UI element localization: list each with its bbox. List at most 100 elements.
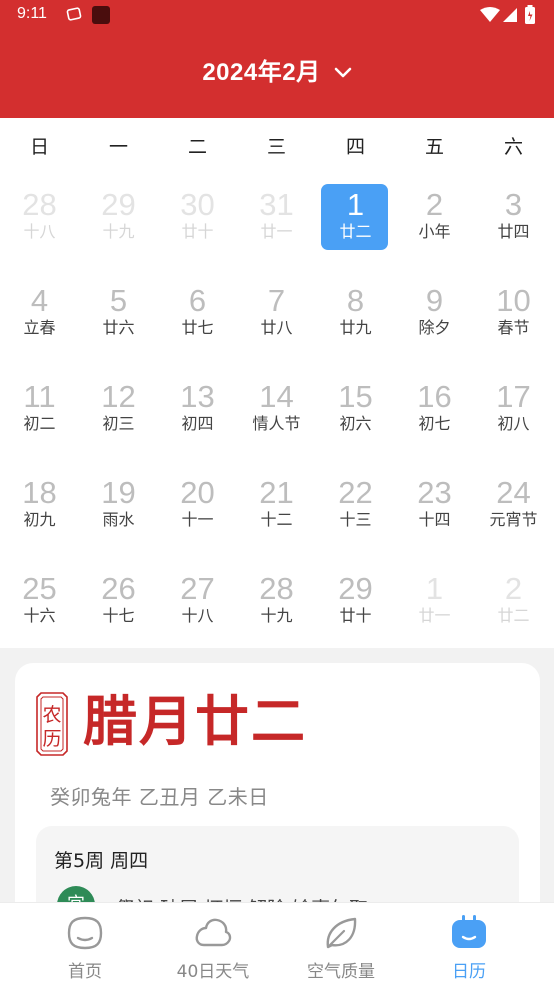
tab-label: 空气质量 [307, 962, 375, 982]
day-cell[interactable]: 17 初八 [474, 376, 553, 446]
day-cell[interactable]: 13 初四 [158, 376, 237, 446]
day-cell[interactable]: 29 十九 [79, 184, 158, 254]
day-number: 16 [417, 379, 452, 414]
day-cell[interactable]: 2 廿二 [474, 568, 553, 638]
day-number: 6 [188, 283, 207, 318]
day-cell[interactable]: 18 初九 [0, 472, 79, 542]
day-cell[interactable]: 22 十三 [316, 472, 395, 542]
ganzhi-text: 癸卯兔年 乙丑月 乙未日 [50, 785, 269, 809]
day-cell[interactable]: 19 雨水 [79, 472, 158, 542]
status-bar: 9:11 [0, 0, 554, 30]
lunar-label: 廿六 [102, 318, 135, 337]
day-number: 18 [22, 475, 57, 510]
day-number: 27 [180, 571, 215, 606]
tab-label: 首页 [68, 962, 102, 982]
month-title[interactable]: 2024年2月 [202, 59, 320, 86]
tab-calendar[interactable]: 日历 [400, 903, 538, 984]
lunar-label: 初四 [181, 414, 214, 433]
status-time: 9:11 [17, 5, 47, 22]
calendar-grid: 日 一 二 三 四 五 六 28 十八 29 十九 30 廿十 31 廿一 1 廿二 2 小年 3 廿四 4… [0, 118, 554, 648]
day-number: 2 [504, 571, 523, 606]
weekday-label: 日 [29, 136, 49, 158]
calendar-icon [450, 915, 488, 951]
day-cell[interactable]: 14 情人节 [237, 376, 316, 446]
day-cell[interactable]: 28 十八 [0, 184, 79, 254]
day-cell[interactable]: 16 初七 [395, 376, 474, 446]
day-cell[interactable]: 29 廿十 [316, 568, 395, 638]
lunar-label: 廿二 [339, 222, 372, 241]
day-cell[interactable]: 15 初六 [316, 376, 395, 446]
lunar-label: 十八 [23, 222, 56, 241]
tab-label: 日历 [452, 962, 486, 982]
day-cell[interactable]: 2 小年 [395, 184, 474, 254]
day-number: 20 [180, 475, 215, 510]
battery-icon [524, 5, 536, 29]
day-number: 30 [180, 187, 215, 222]
lunar-label: 十九 [260, 606, 293, 625]
lunar-label: 廿十 [339, 606, 372, 625]
notification-icon [66, 6, 82, 26]
bottom-tab-bar: 首页 40日天气 空气质量 日历 [0, 902, 554, 984]
day-cell[interactable]: 30 廿十 [158, 184, 237, 254]
day-number: 17 [496, 379, 531, 414]
day-cell[interactable]: 25 十六 [0, 568, 79, 638]
weekday-header: 日 一 二 三 四 五 六 [0, 132, 554, 158]
day-cell[interactable]: 12 初三 [79, 376, 158, 446]
day-number: 15 [338, 379, 373, 414]
weekday-label: 四 [345, 136, 365, 158]
day-cell[interactable]: 4 立春 [0, 280, 79, 350]
day-number: 22 [338, 475, 373, 510]
lunar-label: 廿二 [497, 606, 530, 625]
app-icon [92, 6, 110, 28]
day-cell[interactable]: 1 廿一 [395, 568, 474, 638]
tab-air-quality[interactable]: 空气质量 [272, 903, 410, 984]
lunar-label: 立春 [23, 318, 56, 337]
lunar-label: 元宵节 [489, 510, 538, 529]
tab-40day-weather[interactable]: 40日天气 [144, 903, 282, 984]
signal-icon [502, 7, 518, 27]
day-cell[interactable]: 11 初二 [0, 376, 79, 446]
day-cell[interactable]: 31 廿一 [237, 184, 316, 254]
day-number: 23 [417, 475, 452, 510]
lunar-label: 十九 [102, 222, 135, 241]
day-cell[interactable]: 10 春节 [474, 280, 553, 350]
day-number: 12 [101, 379, 136, 414]
home-face-icon [66, 915, 104, 951]
day-number: 13 [180, 379, 215, 414]
day-number: 31 [259, 187, 294, 222]
lunar-label: 廿九 [339, 318, 372, 337]
day-cell[interactable]: 28 十九 [237, 568, 316, 638]
day-cell-selected[interactable]: 1 廿二 [316, 184, 395, 254]
day-number: 14 [259, 379, 294, 414]
day-cell[interactable]: 26 十七 [79, 568, 158, 638]
tab-home[interactable]: 首页 [16, 903, 154, 984]
day-cell[interactable]: 24 元宵节 [474, 472, 553, 542]
lunar-label: 廿八 [260, 318, 293, 337]
day-number: 26 [101, 571, 136, 606]
day-cell[interactable]: 23 十四 [395, 472, 474, 542]
day-number: 29 [101, 187, 136, 222]
day-cell[interactable]: 20 十一 [158, 472, 237, 542]
lunar-label: 十八 [181, 606, 214, 625]
weekday-label: 三 [266, 136, 286, 158]
day-number: 5 [109, 283, 128, 318]
day-cell[interactable]: 9 除夕 [395, 280, 474, 350]
seal-char: 历 [42, 728, 62, 750]
chevron-down-icon[interactable] [334, 64, 352, 83]
month-selector[interactable]: 2024年2月 [0, 52, 554, 87]
day-cell[interactable]: 8 廿九 [316, 280, 395, 350]
day-number: 2 [425, 187, 444, 222]
day-number: 4 [30, 283, 49, 318]
day-number: 1 [425, 571, 444, 606]
day-cell[interactable]: 3 廿四 [474, 184, 553, 254]
lunar-label: 廿一 [418, 606, 451, 625]
day-cell[interactable]: 5 廿六 [79, 280, 158, 350]
day-number: 28 [22, 187, 57, 222]
day-cell[interactable]: 21 十二 [237, 472, 316, 542]
day-cell[interactable]: 27 十八 [158, 568, 237, 638]
day-number: 7 [267, 283, 286, 318]
day-cell[interactable]: 7 廿八 [237, 280, 316, 350]
day-cell[interactable]: 6 廿七 [158, 280, 237, 350]
lunar-label: 雨水 [102, 510, 135, 529]
lunar-seal: 农 历 [35, 691, 69, 757]
